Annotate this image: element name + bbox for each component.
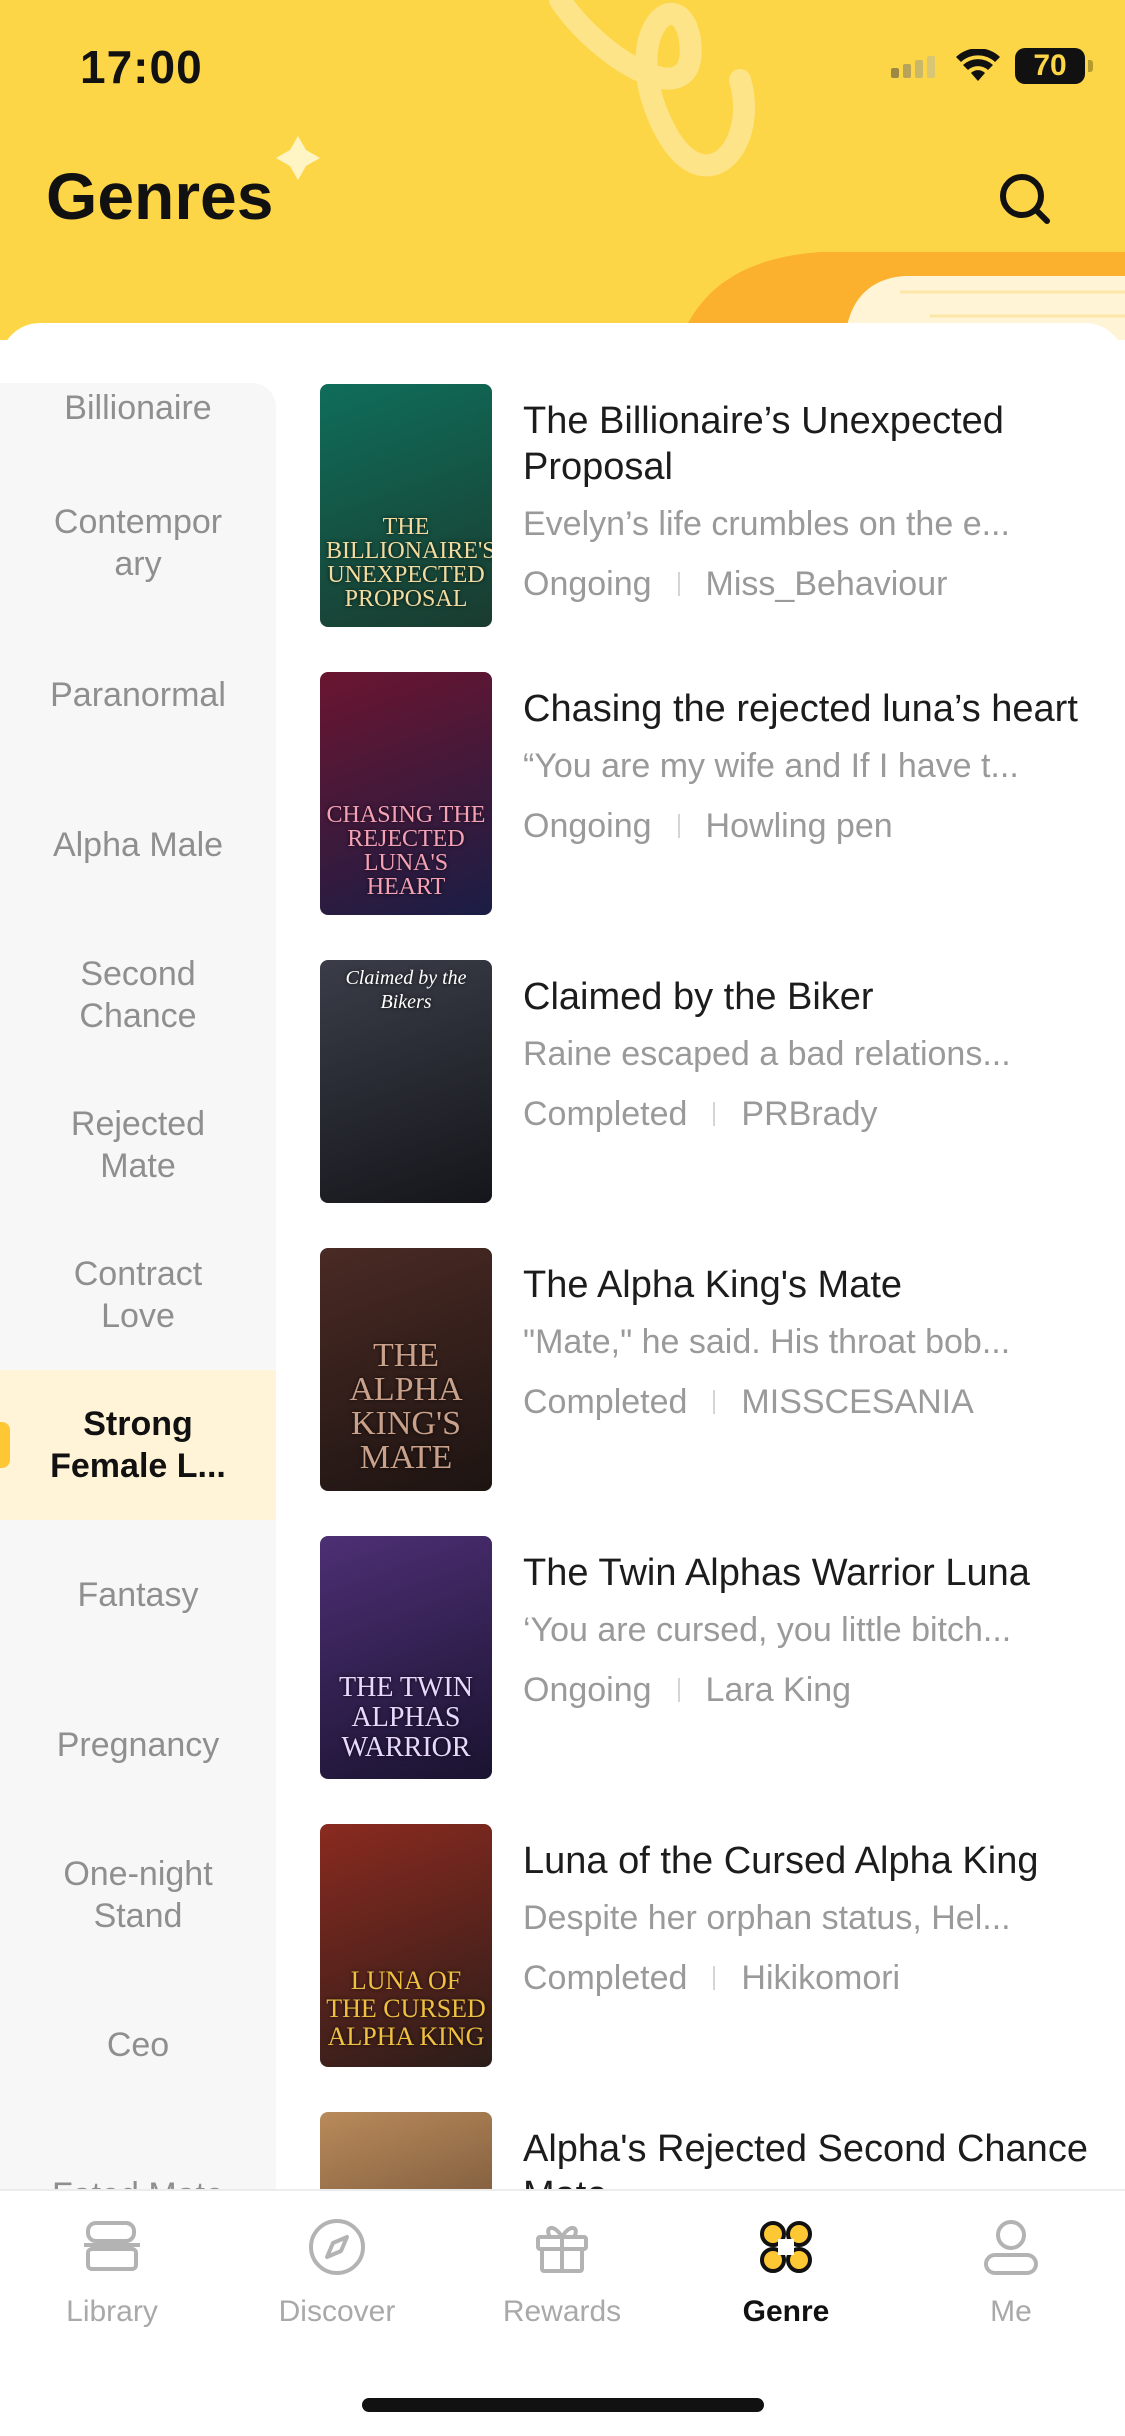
tab-me[interactable]: Me	[931, 2215, 1091, 2355]
compass-icon	[305, 2215, 369, 2279]
book-list-item[interactable]: Claimed by the Bikers Claimed by the Bik…	[320, 960, 1100, 1206]
battery-indicator: 70	[1015, 48, 1093, 84]
sidebar-item-label: One-night Stand	[63, 1855, 213, 1935]
book-description: "Mate," he said. His throat bob...	[523, 1323, 1011, 1361]
genre-grid-icon	[754, 2215, 818, 2279]
sidebar-item-alpha-male[interactable]: Alpha Male	[0, 770, 276, 920]
sidebar-item-strong-female-lead[interactable]: Strong Female L...	[0, 1370, 276, 1520]
sidebar-item-pregnancy[interactable]: Pregnancy	[0, 1670, 276, 1820]
book-description: Evelyn’s life crumbles on the e...	[523, 505, 1010, 543]
book-list-item[interactable]: Alpha's Rejected Second Chance Mate	[320, 2112, 1100, 2189]
book-list-item[interactable]: Chasing the Rejected Luna's Heart Chasin…	[320, 672, 1100, 918]
book-title: The Twin Alphas Warrior Luna	[523, 1552, 1030, 1594]
tab-label: Genre	[742, 2295, 830, 2328]
book-cover-title: Claimed by the Bikers	[345, 967, 467, 1013]
book-list-item[interactable]: The Billionaire's Unexpected Proposal Th…	[320, 384, 1100, 630]
book-title: Claimed by the Biker	[523, 976, 874, 1018]
status-time: 17:00	[80, 41, 203, 93]
book-description: “You are my wife and If I have t...	[523, 747, 1019, 785]
wifi-icon	[956, 49, 1000, 81]
book-title: Luna of the Cursed Alpha King	[523, 1840, 1039, 1882]
book-author: MISSCESANIA	[741, 1383, 974, 1421]
tab-rewards[interactable]: Rewards	[482, 2215, 642, 2355]
book-cover: The Twin Alphas Warrior	[320, 1536, 492, 1779]
person-icon	[979, 2215, 1043, 2279]
sidebar-item-paranormal[interactable]: Paranormal	[0, 620, 276, 770]
book-title: The Alpha King's Mate	[523, 1264, 903, 1306]
book-cover: Luna of the Cursed Alpha King	[320, 1824, 492, 2067]
genre-sidebar[interactable]: Billionaire Contemporary Paranormal Alph…	[0, 383, 276, 2189]
home-indicator[interactable]	[362, 2398, 764, 2412]
book-title: Alpha's Rejected Second Chance Mate	[523, 2128, 1088, 2189]
sidebar-item-rejected-mate[interactable]: Rejected Mate	[0, 1070, 276, 1220]
signal-icon	[891, 56, 935, 78]
page-title: Genres	[46, 159, 274, 233]
tab-label: Rewards	[502, 2295, 622, 2328]
book-status: Ongoing	[523, 807, 652, 845]
meta-divider	[713, 1966, 716, 1990]
book-cover-title: The Twin Alphas Warrior	[339, 1672, 473, 1763]
search-icon	[1000, 174, 1050, 224]
tab-label: Me	[990, 2295, 1032, 2328]
sidebar-item-label: Contract Love	[73, 1255, 203, 1335]
book-status: Ongoing	[523, 565, 652, 603]
book-status: Completed	[523, 1959, 688, 1997]
book-cover-title: Luna of the Cursed Alpha King	[326, 1966, 486, 2051]
book-list-item[interactable]: Luna of the Cursed Alpha King Luna of th…	[320, 1824, 1100, 2070]
book-author: PRBrady	[741, 1095, 878, 1133]
search-button[interactable]	[990, 164, 1060, 234]
book-cover: Chasing the Rejected Luna's Heart	[320, 672, 492, 915]
book-description: ‘You are cursed, you little bitch...	[523, 1611, 1012, 1649]
header: 17:00 70 Genres	[0, 0, 1125, 340]
book-cover-title: Chasing the Rejected Luna's Heart	[326, 802, 486, 900]
tab-genre[interactable]: Genre	[706, 2215, 866, 2355]
book-status: Completed	[523, 1095, 688, 1133]
tab-library[interactable]: Library	[32, 2215, 192, 2355]
sidebar-item-label: Second Chance	[79, 955, 197, 1035]
book-cover-title: The Billionaire's Unexpected Proposal	[326, 514, 492, 612]
book-description: Despite her orphan status, Hel...	[523, 1899, 1011, 1937]
book-author: Howling pen	[705, 807, 893, 845]
book-status: Ongoing	[523, 1671, 652, 1709]
library-icon	[80, 2215, 144, 2279]
sidebar-item-fated-mate[interactable]: Fated Mate	[0, 2120, 276, 2189]
meta-divider	[713, 1390, 716, 1414]
book-list-item[interactable]: The Alpha King's Mate The Alpha King's M…	[320, 1248, 1100, 1494]
book-author: Miss_Behaviour	[705, 565, 948, 603]
book-cover: The Alpha King's Mate	[320, 1248, 492, 1491]
sidebar-item-ceo[interactable]: Ceo	[0, 1970, 276, 2120]
book-author: Lara King	[705, 1671, 852, 1709]
book-description: Raine escaped a bad relations...	[523, 1035, 1011, 1073]
book-title: Chasing the rejected luna’s heart	[523, 688, 1078, 730]
tab-discover[interactable]: Discover	[257, 2215, 417, 2355]
sidebar-item-label: Rejected Mate	[70, 1105, 206, 1185]
meta-divider	[677, 814, 680, 838]
meta-divider	[677, 1678, 680, 1702]
book-cover	[320, 2112, 492, 2189]
sidebar-item-contemporary[interactable]: Contemporary	[0, 468, 276, 618]
book-list-item[interactable]: The Twin Alphas Warrior The Twin Alphas …	[320, 1536, 1100, 1782]
tab-label: Library	[66, 2295, 158, 2328]
gift-icon	[530, 2215, 594, 2279]
sidebar-item-label: Contemporary	[53, 503, 223, 583]
meta-divider	[677, 572, 680, 596]
book-title: The Billionaire’s Unexpected Proposal	[523, 400, 1004, 488]
sidebar-item-second-chance[interactable]: Second Chance	[0, 920, 276, 1070]
sidebar-item-contract-love[interactable]: Contract Love	[0, 1220, 276, 1370]
sidebar-item-fantasy[interactable]: Fantasy	[0, 1520, 276, 1670]
status-indicators: 70	[891, 48, 1093, 84]
book-cover-title: The Alpha King's Mate	[349, 1337, 463, 1476]
book-author: Hikikomori	[741, 1959, 901, 1997]
meta-divider	[713, 1102, 716, 1126]
sidebar-item-one-night-stand[interactable]: One-night Stand	[0, 1820, 276, 1970]
sidebar-item-label: Strong Female L...	[50, 1405, 226, 1485]
book-cover: Claimed by the Bikers	[320, 960, 492, 1203]
content-panel: Billionaire Contemporary Paranormal Alph…	[0, 323, 1125, 2189]
book-status: Completed	[523, 1383, 688, 1421]
tab-label: Discover	[278, 2295, 396, 2328]
book-cover: The Billionaire's Unexpected Proposal	[320, 384, 492, 627]
